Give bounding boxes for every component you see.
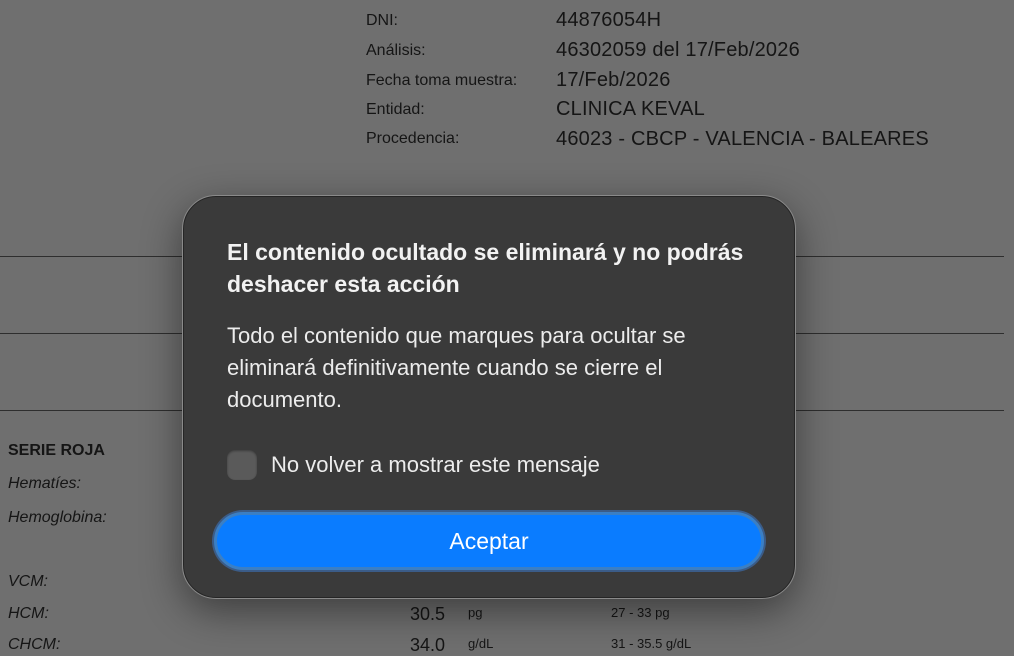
procedencia-label: Procedencia: bbox=[366, 130, 460, 147]
dialog-title: El contenido ocultado se eliminará y no … bbox=[227, 239, 744, 297]
dni-label: DNI: bbox=[366, 12, 398, 29]
entidad-value: CLINICA KEVAL bbox=[556, 98, 705, 120]
accept-button[interactable]: Aceptar bbox=[214, 512, 764, 570]
dialog-message: Todo el contenido que marques para ocult… bbox=[227, 323, 686, 412]
row-label-vcm: VCM: bbox=[8, 573, 48, 590]
row-range-chcm: 31 - 35.5 g/dL bbox=[611, 636, 692, 651]
row-label-hematies: Hematíes: bbox=[8, 475, 81, 492]
row-label-hcm: HCM: bbox=[8, 605, 49, 622]
row-value-hcm: 30.5 bbox=[410, 604, 446, 624]
analisis-label: Análisis: bbox=[366, 42, 426, 59]
row-unit-chcm: g/dL bbox=[468, 636, 494, 651]
row-label-chcm: CHCM: bbox=[8, 636, 61, 653]
dni-value: 44876054H bbox=[556, 9, 662, 31]
fecha-toma-label: Fecha toma muestra: bbox=[366, 72, 518, 89]
dont-show-again-checkbox[interactable] bbox=[227, 450, 257, 480]
entidad-label: Entidad: bbox=[366, 101, 425, 118]
row-unit-hcm: pg bbox=[468, 605, 483, 620]
row-label-hemoglobina: Hemoglobina: bbox=[8, 509, 107, 526]
redaction-warning-dialog: El contenido ocultado se eliminará y no … bbox=[182, 195, 796, 599]
procedencia-value: 46023 - CBCP - VALENCIA - BALEARES bbox=[556, 128, 929, 150]
analisis-value: 46302059 del 17/Feb/2026 bbox=[556, 39, 800, 61]
section-title: SERIE ROJA bbox=[8, 442, 105, 459]
fecha-toma-value: 17/Feb/2026 bbox=[556, 69, 671, 91]
dont-show-again-label[interactable]: No volver a mostrar este mensaje bbox=[271, 452, 600, 478]
row-range-hcm: 27 - 33 pg bbox=[611, 605, 670, 620]
row-value-chcm: 34.0 bbox=[410, 635, 446, 655]
dont-show-again-option[interactable]: No volver a mostrar este mensaje bbox=[227, 448, 600, 482]
